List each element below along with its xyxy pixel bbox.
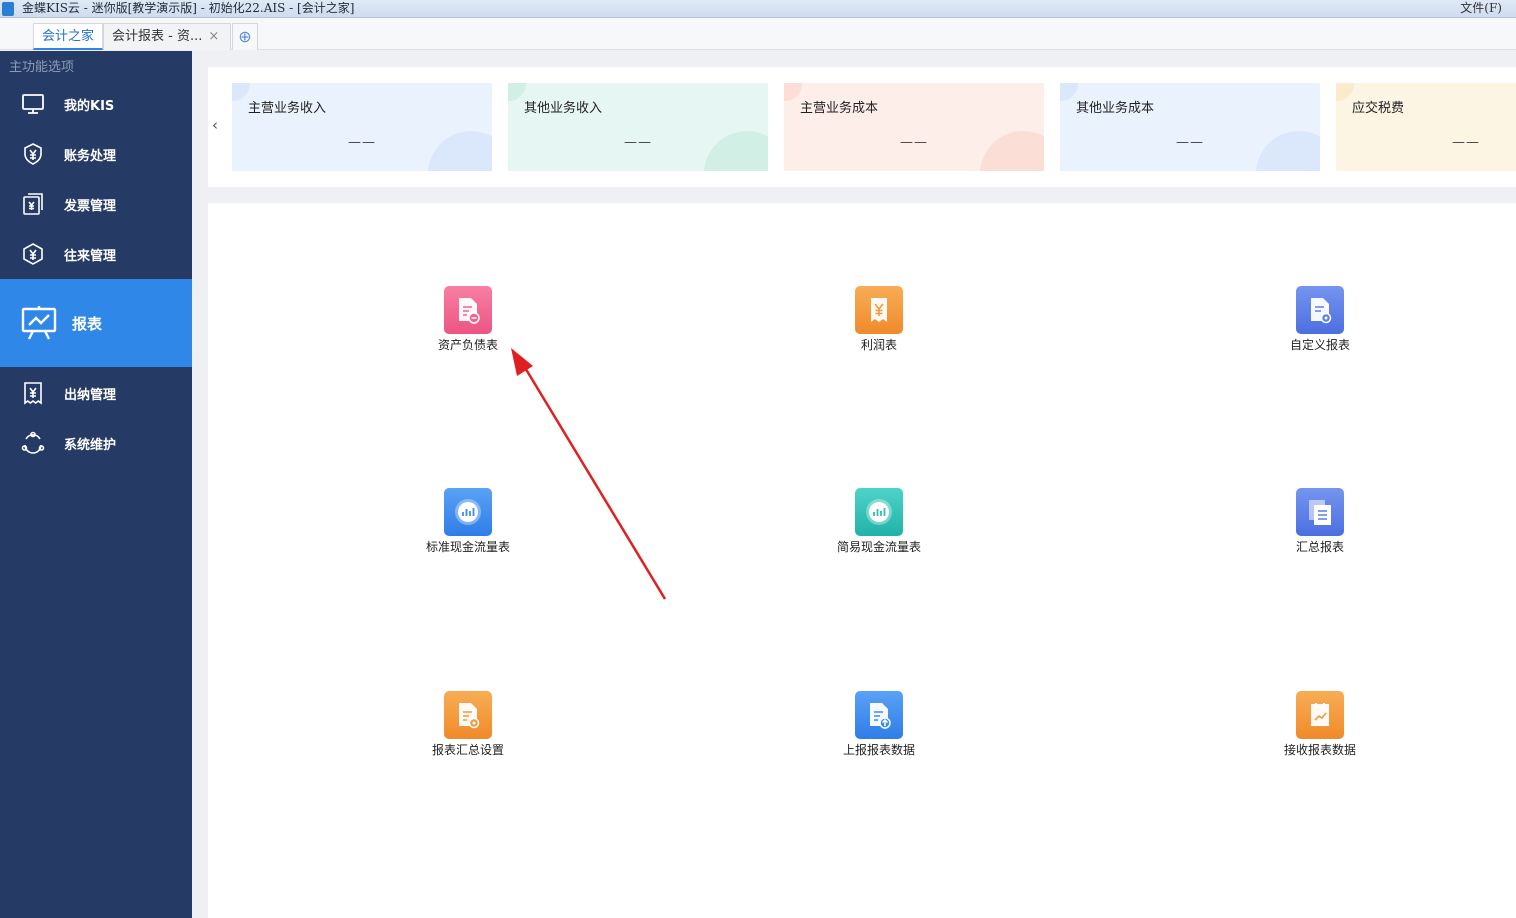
stat-label: 应交税费 (1352, 101, 1405, 116)
card-decoration (428, 131, 492, 171)
sidebar-item-label: 报表 (72, 314, 103, 333)
sidebar-item-invoice[interactable]: 发票管理 (0, 179, 192, 229)
sidebar-item-label: 账务处理 (64, 148, 117, 164)
sidebar-item-my-kis[interactable]: 我的KIS (0, 79, 192, 129)
cash-flow-icon (444, 488, 492, 536)
stat-card-main-revenue[interactable]: 主营业务收入 —— (232, 83, 492, 171)
upload-report-icon (855, 691, 903, 739)
cashier-icon (20, 380, 46, 406)
custom-report-button[interactable]: 自定义报表 (1250, 286, 1390, 356)
stat-card-tax-payable[interactable]: 应交税费 —— (1336, 83, 1516, 171)
sidebar-item-cashier[interactable]: 出纳管理 (0, 368, 192, 418)
add-tab-button[interactable]: ⊕ (232, 23, 258, 50)
maintenance-icon (20, 430, 46, 456)
sidebar-item-maintenance[interactable]: 系统维护 (0, 418, 192, 468)
plus-icon: ⊕ (238, 27, 252, 46)
function-label: 简易现金流量表 (836, 540, 921, 554)
summary-report-icon (1296, 488, 1344, 536)
stat-value: —— (1176, 135, 1204, 150)
file-menu[interactable]: 文件(F) (1460, 0, 1502, 18)
tab-accounting-home[interactable]: 会计之家 (33, 23, 103, 50)
stat-label: 其他业务收入 (524, 101, 603, 116)
function-label: 资产负债表 (437, 338, 498, 352)
chevron-left-icon[interactable]: ‹ (212, 116, 218, 134)
tab-accounting-report[interactable]: 会计报表 - 资... × (103, 23, 231, 50)
yuan-shield-icon (20, 141, 46, 167)
summary-panel: ‹ 主营业务收入 —— 其他业务收入 —— 主营业务成本 —— 其他业务成本 —… (208, 67, 1516, 187)
sidebar-item-label: 出纳管理 (64, 387, 117, 403)
card-decoration (704, 131, 768, 171)
sidebar-item-reports[interactable]: 报表 (0, 279, 192, 367)
function-label: 利润表 (860, 338, 897, 352)
stat-label: 主营业务收入 (248, 101, 327, 116)
invoice-icon (20, 191, 46, 217)
function-label: 自定义报表 (1289, 338, 1350, 352)
card-decoration (980, 131, 1044, 171)
window-title: 金蝶KIS云 - 迷你版[教学演示版] - 初始化22.AIS - [会计之家] (22, 1, 355, 15)
receive-report-icon (1296, 691, 1344, 739)
balance-sheet-button[interactable]: 资产负债表 (398, 286, 538, 356)
card-decoration (1256, 131, 1320, 171)
stat-card-other-cost[interactable]: 其他业务成本 —— (1060, 83, 1320, 171)
summary-report-button[interactable]: 汇总报表 (1250, 488, 1390, 558)
function-label: 标准现金流量表 (425, 540, 510, 554)
receive-report-data-button[interactable]: 接收报表数据 (1250, 691, 1390, 761)
stat-label: 其他业务成本 (1076, 101, 1155, 116)
tab-label: 会计之家 (42, 29, 95, 44)
profit-statement-button[interactable]: 利润表 (809, 286, 949, 356)
stat-value: —— (900, 135, 928, 150)
balance-sheet-icon (444, 286, 492, 334)
upload-report-data-button[interactable]: 上报报表数据 (809, 691, 949, 761)
stat-value: —— (348, 135, 376, 150)
sidebar-item-label: 往来管理 (64, 248, 117, 264)
tab-label: 会计报表 - 资... (112, 29, 203, 44)
simple-cash-flow-button[interactable]: 简易现金流量表 (809, 488, 949, 558)
profit-statement-icon (855, 286, 903, 334)
standard-cash-flow-button[interactable]: 标准现金流量表 (398, 488, 538, 558)
close-icon[interactable]: × (208, 29, 219, 44)
stat-card-main-cost[interactable]: 主营业务成本 —— (784, 83, 1044, 171)
exchange-icon (20, 241, 46, 267)
simple-cash-flow-icon (855, 488, 903, 536)
function-label: 汇总报表 (1295, 540, 1344, 554)
sidebar-item-label: 发票管理 (64, 198, 117, 214)
sidebar: 主功能选项 我的KIS 账务处理 发票管理 往来管理 报表 出纳管理 系统维护 (0, 51, 192, 918)
sidebar-item-label: 系统维护 (64, 437, 117, 453)
stat-card-other-revenue[interactable]: 其他业务收入 —— (508, 83, 768, 171)
function-label: 接收报表数据 (1283, 743, 1356, 757)
sidebar-item-ledger[interactable]: 账务处理 (0, 129, 192, 179)
sidebar-item-label: 我的KIS (64, 98, 115, 114)
function-label: 上报报表数据 (842, 743, 915, 757)
function-label: 报表汇总设置 (431, 743, 504, 757)
sidebar-item-exchange[interactable]: 往来管理 (0, 229, 192, 279)
custom-report-icon (1296, 286, 1344, 334)
main-content: ‹ 主营业务收入 —— 其他业务收入 —— 主营业务成本 —— 其他业务成本 —… (192, 51, 1516, 918)
report-functions-panel: 资产负债表 利润表 自定义报表 标准现金流量表 简易现金流量表 汇总报表 报表汇… (208, 203, 1516, 918)
monitor-icon (20, 91, 46, 117)
title-bar: 金蝶KIS云 - 迷你版[教学演示版] - 初始化22.AIS - [会计之家]… (0, 0, 1516, 18)
stat-value: —— (1452, 135, 1480, 150)
report-settings-icon (444, 691, 492, 739)
chart-board-icon (20, 304, 58, 342)
tab-bar: 会计之家 会计报表 - 资... × ⊕ (0, 18, 1516, 50)
report-summary-settings-button[interactable]: 报表汇总设置 (398, 691, 538, 761)
stat-value: —— (624, 135, 652, 150)
stat-label: 主营业务成本 (800, 101, 879, 116)
app-logo-icon (2, 2, 14, 16)
sidebar-title: 主功能选项 (9, 60, 75, 75)
